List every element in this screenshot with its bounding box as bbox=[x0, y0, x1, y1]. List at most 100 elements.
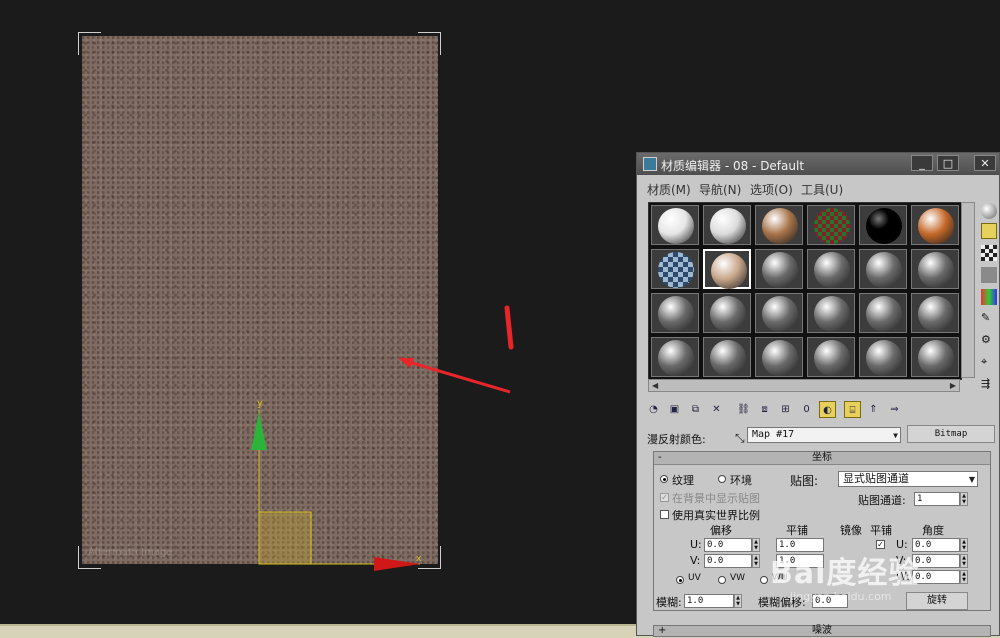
material-slot[interactable] bbox=[807, 293, 855, 333]
menu-options[interactable]: 选项(O) bbox=[750, 181, 793, 198]
material-slot[interactable] bbox=[859, 293, 907, 333]
coordinates-title: 坐标 bbox=[812, 452, 832, 463]
noise-title: 噪波 bbox=[812, 625, 832, 636]
put-to-library-icon[interactable]: ⊞ bbox=[777, 401, 794, 418]
get-material-icon[interactable]: ◔ bbox=[645, 401, 662, 418]
background-icon[interactable] bbox=[981, 245, 997, 261]
material-sample-sphere bbox=[918, 208, 954, 244]
material-slot[interactable] bbox=[755, 337, 803, 377]
mapping-dropdown[interactable]: 显式贴图通道 ▼ bbox=[838, 471, 978, 487]
pick-material-icon[interactable]: ⤡ bbox=[735, 431, 745, 446]
coordinates-rollout-header[interactable]: - 坐标 bbox=[654, 452, 990, 465]
backlight-icon[interactable] bbox=[981, 223, 997, 239]
put-to-scene-icon[interactable]: ▣ bbox=[666, 401, 683, 418]
material-sample-sphere bbox=[710, 208, 746, 244]
material-sample-sphere bbox=[710, 296, 746, 332]
spinner-arrows-icon[interactable]: ▲ ▼ bbox=[960, 538, 968, 552]
material-sample-sphere bbox=[814, 340, 850, 376]
go-forward-icon[interactable]: ⇒ bbox=[886, 401, 903, 418]
spinner-arrows-icon[interactable]: ▲ ▼ bbox=[960, 492, 968, 506]
spinner-arrows-icon[interactable]: ▲ ▼ bbox=[752, 538, 760, 552]
copy-material-icon[interactable]: ⛓ bbox=[735, 401, 752, 418]
material-map-navigator-icon[interactable]: ⇶ bbox=[981, 377, 997, 393]
material-slot[interactable] bbox=[859, 205, 907, 245]
environ-radio[interactable] bbox=[718, 475, 726, 483]
material-sample-sphere bbox=[658, 340, 694, 376]
show-map-on-back-checkbox[interactable]: ✓ bbox=[660, 493, 669, 502]
minimize-button[interactable]: _ bbox=[911, 155, 933, 171]
material-slot[interactable] bbox=[911, 205, 959, 245]
spinner-arrows-icon[interactable]: ▲ ▼ bbox=[752, 554, 760, 568]
slots-horizontal-scrollbar[interactable]: ◀ ▶ bbox=[648, 379, 960, 392]
material-sample-sphere bbox=[658, 252, 694, 288]
noise-rollout-header[interactable]: + 噪波 bbox=[653, 625, 991, 637]
scroll-left-icon[interactable]: ◀ bbox=[652, 381, 658, 390]
real-world-scale-checkbox[interactable] bbox=[660, 510, 669, 519]
material-slot[interactable] bbox=[651, 293, 699, 333]
material-slot[interactable] bbox=[807, 205, 855, 245]
scroll-right-icon[interactable]: ▶ bbox=[950, 381, 956, 390]
make-preview-icon[interactable]: ✎ bbox=[981, 311, 997, 327]
title-bar[interactable]: 材质编辑器 - 08 - Default _ □ ✕ bbox=[637, 153, 999, 175]
uv-radio[interactable] bbox=[676, 576, 684, 584]
material-slot[interactable] bbox=[911, 293, 959, 333]
material-slot[interactable] bbox=[703, 337, 751, 377]
watermark-logo: Bai度经验 bbox=[770, 556, 920, 591]
go-to-parent-icon[interactable]: ⇑ bbox=[865, 401, 882, 418]
material-sample-sphere bbox=[814, 296, 850, 332]
material-slot[interactable] bbox=[911, 249, 959, 289]
material-id-icon[interactable]: 0 bbox=[798, 401, 815, 418]
show-map-on-back-label: 在背景中显示贴图 bbox=[672, 492, 760, 505]
material-slot[interactable] bbox=[703, 293, 751, 333]
material-slot[interactable] bbox=[651, 249, 699, 289]
material-slot[interactable] bbox=[807, 337, 855, 377]
material-sample-sphere bbox=[762, 208, 798, 244]
map-name-dropdown[interactable]: Map #17 ▼ bbox=[747, 427, 901, 443]
map-type-button[interactable]: Bitmap bbox=[907, 425, 995, 443]
blur-spinner[interactable]: 1.0 bbox=[684, 594, 734, 608]
material-slot[interactable] bbox=[703, 205, 751, 245]
make-unique-icon[interactable]: ⧈ bbox=[756, 401, 773, 418]
rotate-button[interactable]: 旋转 bbox=[906, 592, 968, 610]
material-slot[interactable] bbox=[859, 337, 907, 377]
menu-utilities[interactable]: 工具(U) bbox=[801, 181, 843, 198]
spinner-arrows-icon[interactable]: ▲ ▼ bbox=[734, 594, 742, 608]
sample-type-icon[interactable] bbox=[981, 203, 997, 219]
vw-radio[interactable] bbox=[718, 576, 726, 584]
material-slot[interactable] bbox=[859, 249, 907, 289]
collapse-icon[interactable]: - bbox=[658, 452, 662, 464]
options-icon[interactable]: ⚙ bbox=[981, 333, 997, 349]
menu-navigation[interactable]: 导航(N) bbox=[699, 181, 741, 198]
spinner-arrows-icon[interactable]: ▲ ▼ bbox=[960, 554, 968, 568]
material-sample-sphere bbox=[762, 252, 798, 288]
material-slot[interactable] bbox=[703, 249, 751, 289]
slots-vertical-scrollbar[interactable] bbox=[961, 202, 975, 378]
expand-icon[interactable]: + bbox=[658, 626, 666, 636]
diffuse-label: 漫反射颜色: bbox=[647, 433, 706, 446]
close-button[interactable]: ✕ bbox=[974, 155, 996, 171]
show-end-result-icon[interactable]: ⌸ bbox=[844, 401, 861, 418]
u-offset-spinner[interactable]: 0.0 bbox=[704, 538, 752, 552]
menu-material[interactable]: 材质(M) bbox=[647, 181, 691, 198]
assign-to-selection-icon[interactable]: ⧉ bbox=[687, 401, 704, 418]
reset-map-icon[interactable]: ✕ bbox=[708, 401, 725, 418]
material-slot[interactable] bbox=[755, 293, 803, 333]
sample-uv-tiling-icon[interactable] bbox=[981, 267, 997, 283]
material-sample-sphere bbox=[710, 340, 746, 376]
material-slot[interactable] bbox=[651, 337, 699, 377]
wu-radio[interactable] bbox=[760, 576, 768, 584]
material-slot[interactable] bbox=[651, 205, 699, 245]
material-slot[interactable] bbox=[755, 205, 803, 245]
texture-radio[interactable] bbox=[660, 475, 668, 483]
video-color-check-icon[interactable] bbox=[981, 289, 997, 305]
material-slot[interactable] bbox=[807, 249, 855, 289]
v-offset-spinner[interactable]: 0.0 bbox=[704, 554, 752, 568]
select-by-material-icon[interactable]: ⌖ bbox=[981, 355, 997, 371]
spinner-arrows-icon[interactable]: ▲ ▼ bbox=[960, 570, 968, 584]
side-toolbar: ✎ ⚙ ⌖ ⇶ bbox=[979, 201, 999, 391]
map-channel-spinner[interactable]: 1 bbox=[914, 492, 960, 506]
maximize-button[interactable]: □ bbox=[937, 155, 959, 171]
show-map-in-viewport-icon[interactable]: ◐ bbox=[819, 401, 836, 418]
material-slot[interactable] bbox=[755, 249, 803, 289]
material-slot[interactable] bbox=[911, 337, 959, 377]
